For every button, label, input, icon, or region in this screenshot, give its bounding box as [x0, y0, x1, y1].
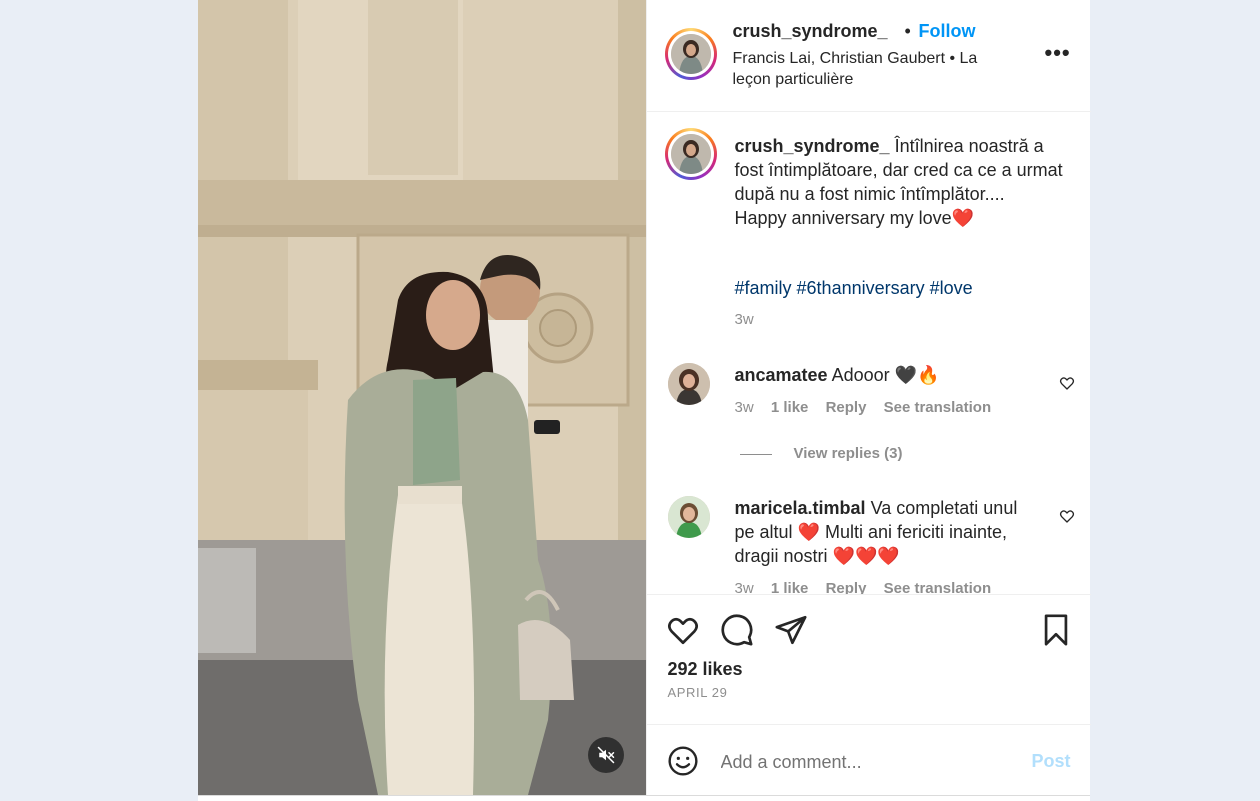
post-actions: 292 likes APRIL 29 — [646, 594, 1091, 725]
comment-likes[interactable]: 1 like — [771, 399, 809, 416]
bookmark-icon[interactable] — [1039, 613, 1073, 647]
commenter-avatar[interactable] — [667, 363, 710, 405]
comment-likes[interactable]: 1 like — [771, 580, 809, 594]
author-avatar[interactable] — [664, 28, 717, 80]
comment-time: 3w — [734, 399, 754, 416]
video-frame — [198, 0, 646, 795]
post-date: APRIL 29 — [667, 685, 728, 700]
likes-count[interactable]: 292 likes — [668, 659, 743, 680]
more-options-icon[interactable]: ••• — [1045, 40, 1071, 66]
commenter-avatar[interactable] — [667, 496, 710, 538]
caption-text-line2: Happy anniversary my love — [734, 208, 952, 228]
comment-like-icon[interactable] — [1059, 375, 1075, 391]
add-comment-bar: Post — [646, 724, 1091, 801]
caption-hashtags: #family #6thanniversary #love — [735, 278, 973, 299]
bottom-divider — [198, 795, 1090, 801]
send-icon[interactable] — [774, 613, 808, 647]
comment-like-icon[interactable] — [1059, 508, 1075, 524]
caption: crush_syndrome_ Întîlnirea noastră a fos… — [735, 134, 1065, 230]
reply-button[interactable]: Reply — [826, 580, 867, 594]
comment-meta: 3w 1 like Reply See translation — [735, 399, 1005, 416]
post-dialog: crush_syndrome_ • Follow Francis Lai, Ch… — [198, 0, 1091, 801]
comments-section[interactable]: crush_syndrome_ Întîlnirea noastră a fos… — [647, 112, 1091, 594]
replies-divider — [739, 453, 772, 455]
comment-meta: 3w 1 like Reply See translation — [735, 580, 1005, 594]
caption-timestamp: 3w — [734, 311, 754, 328]
view-replies-button[interactable]: View replies (3) — [739, 445, 903, 462]
comment-body: Adooor 🖤🔥 — [831, 365, 940, 385]
post-comment-button[interactable]: Post — [1032, 751, 1071, 772]
see-translation-button[interactable]: See translation — [884, 580, 992, 594]
hashtag-link[interactable]: #love — [930, 278, 973, 298]
comment-input[interactable] — [718, 747, 1013, 777]
comment-icon[interactable] — [720, 613, 754, 647]
post-header: crush_syndrome_ • Follow Francis Lai, Ch… — [646, 0, 1091, 112]
author-username[interactable]: crush_syndrome_ — [733, 21, 888, 42]
comment-text: ancamatee Adooor 🖤🔥 — [735, 363, 1035, 387]
header-separator: • — [904, 21, 911, 41]
post-video[interactable] — [198, 0, 646, 795]
mute-button[interactable] — [588, 737, 624, 773]
caption-username[interactable]: crush_syndrome_ — [735, 136, 890, 156]
see-translation-button[interactable]: See translation — [884, 399, 992, 416]
heart-icon[interactable] — [666, 613, 700, 647]
audio-attribution[interactable]: Francis Lai, Christian Gaubert • La leço… — [733, 48, 1013, 90]
view-replies-label: View replies (3) — [793, 445, 903, 462]
comment-username[interactable]: ancamatee — [735, 365, 828, 385]
reply-button[interactable]: Reply — [826, 399, 867, 416]
comment-username[interactable]: maricela.timbal — [735, 498, 866, 518]
follow-button[interactable]: Follow — [919, 21, 976, 42]
post-side-panel: crush_syndrome_ • Follow Francis Lai, Ch… — [645, 0, 1091, 801]
hashtag-link[interactable]: #6thanniversary — [797, 278, 925, 298]
hashtag-link[interactable]: #family — [735, 278, 792, 298]
comment-time: 3w — [734, 580, 754, 594]
caption-avatar[interactable] — [664, 128, 717, 180]
heart-emoji: ❤️ — [951, 208, 975, 228]
emoji-icon[interactable] — [667, 745, 699, 777]
comment-text: maricela.timbal Va completati unul pe al… — [735, 496, 1035, 568]
speaker-muted-icon — [597, 746, 615, 764]
